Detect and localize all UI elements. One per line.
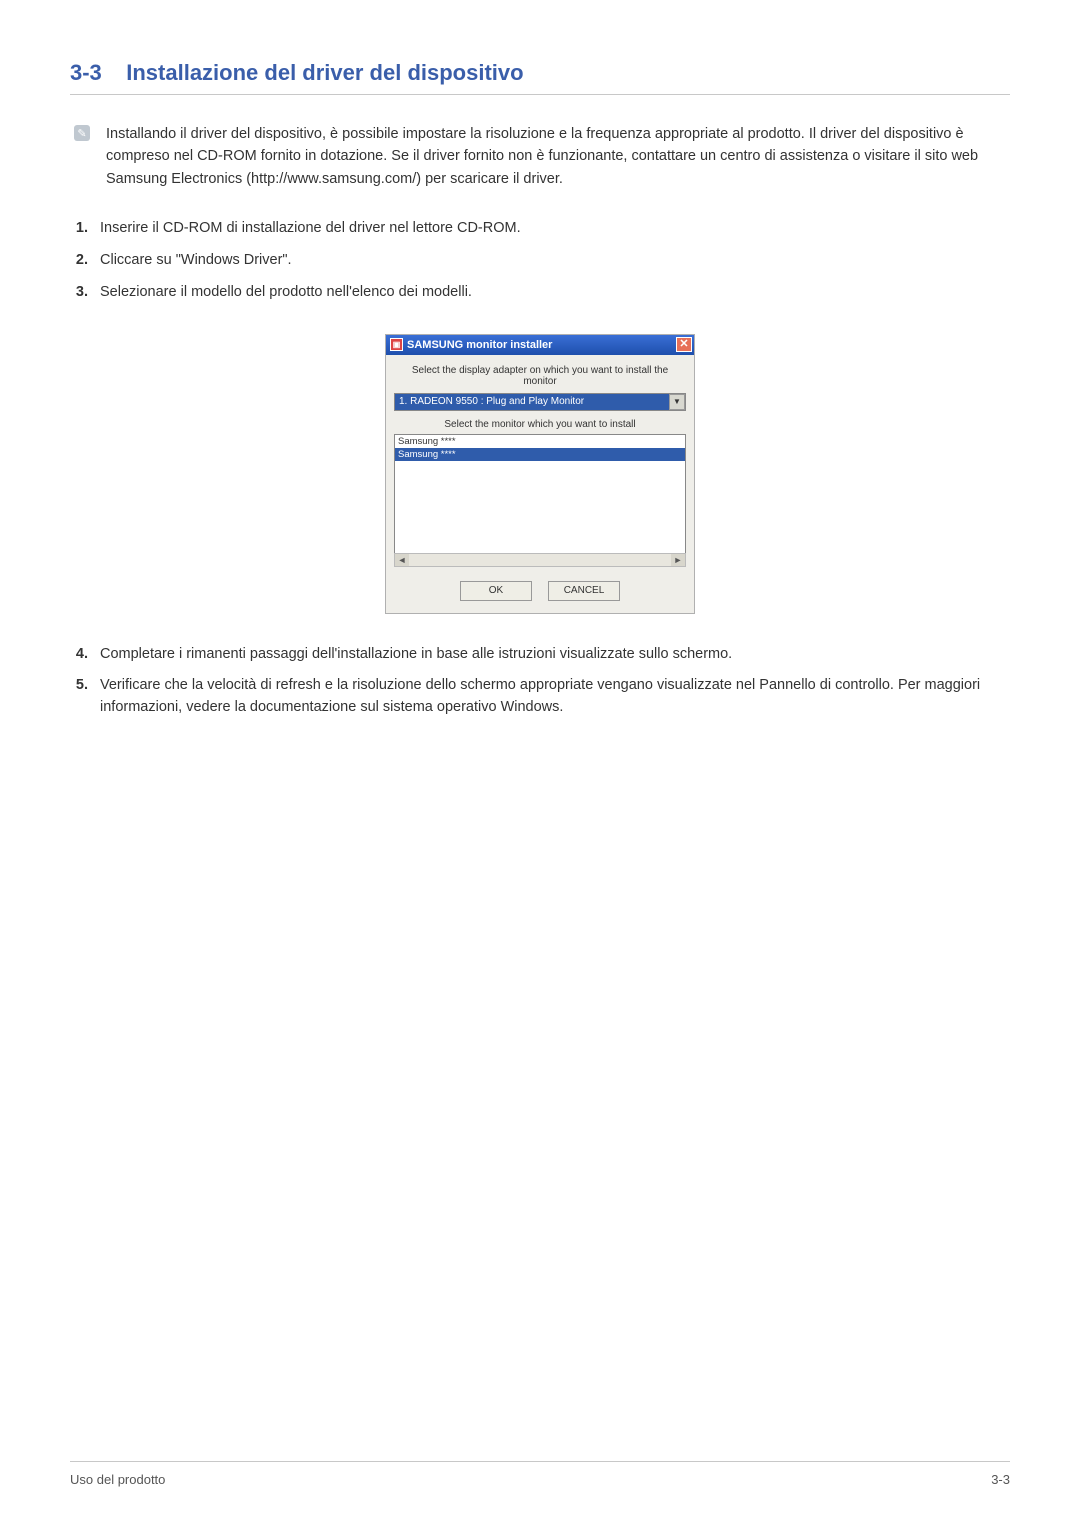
monitor-label: Select the monitor which you want to ins… (394, 419, 686, 430)
steps-list-continued: Completare i rimanenti passaggi dell'ins… (70, 644, 1010, 719)
info-note: ✎ Installando il driver del dispositivo,… (70, 123, 1010, 190)
chevron-down-icon[interactable]: ▼ (669, 394, 685, 410)
steps-list: Inserire il CD-ROM di installazione del … (70, 218, 1010, 303)
list-item[interactable]: Samsung **** (395, 448, 685, 461)
monitor-listbox[interactable]: Samsung **** Samsung **** (394, 434, 686, 554)
list-item[interactable]: Samsung **** (395, 435, 685, 448)
step-item: Completare i rimanenti passaggi dell'ins… (92, 644, 1010, 666)
close-button[interactable]: ✕ (676, 337, 692, 352)
adapter-combobox[interactable]: 1. RADEON 9550 : Plug and Play Monitor ▼ (394, 393, 686, 411)
adapter-selected-text: 1. RADEON 9550 : Plug and Play Monitor (399, 396, 669, 407)
ok-button[interactable]: OK (460, 581, 532, 601)
section-number: 3-3 (70, 60, 102, 85)
dialog-titlebar: ▣ SAMSUNG monitor installer ✕ (386, 335, 694, 355)
cancel-button[interactable]: CANCEL (548, 581, 620, 601)
installer-dialog: ▣ SAMSUNG monitor installer ✕ Select the… (385, 334, 695, 614)
info-text: Installando il driver del dispositivo, è… (106, 123, 1010, 190)
section-heading: 3-3 Installazione del driver del disposi… (70, 60, 1010, 95)
step-item: Inserire il CD-ROM di installazione del … (92, 218, 1010, 240)
step-item: Cliccare su "Windows Driver". (92, 250, 1010, 272)
section-title: Installazione del driver del dispositivo (126, 60, 523, 85)
footer-right: 3-3 (991, 1472, 1010, 1487)
note-icon: ✎ (74, 125, 90, 141)
step-item: Verificare che la velocità di refresh e … (92, 675, 1010, 719)
adapter-label: Select the display adapter on which you … (394, 365, 686, 387)
dialog-title: SAMSUNG monitor installer (407, 339, 676, 351)
app-icon: ▣ (390, 338, 403, 351)
horizontal-scrollbar[interactable]: ◄ ► (394, 553, 686, 567)
scroll-track[interactable] (409, 554, 671, 566)
scroll-left-icon[interactable]: ◄ (395, 554, 409, 566)
footer-left: Uso del prodotto (70, 1472, 165, 1487)
step-item: Selezionare il modello del prodotto nell… (92, 282, 1010, 304)
page-footer: Uso del prodotto 3-3 (70, 1461, 1010, 1487)
scroll-right-icon[interactable]: ► (671, 554, 685, 566)
